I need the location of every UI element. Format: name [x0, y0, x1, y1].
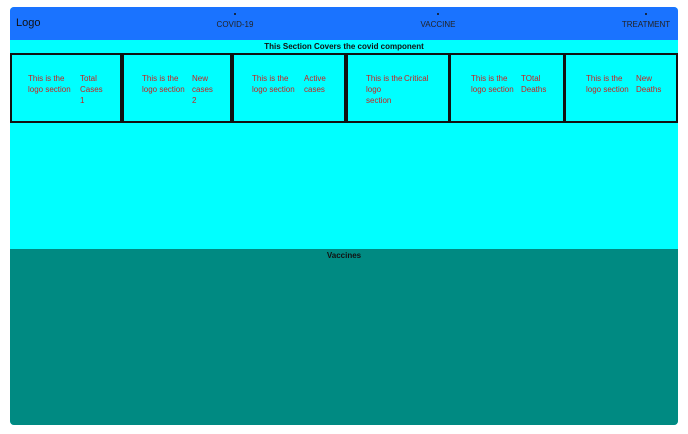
card-stat-text: Total Cases 1 — [80, 74, 103, 105]
nav-label: VACCINE — [420, 20, 456, 29]
card-stat-text: TOtal Deaths — [521, 74, 547, 94]
bullet-icon — [437, 13, 439, 15]
card-stat-text: Active cases — [304, 74, 326, 94]
bullet-icon — [234, 13, 236, 15]
card-logo-text: This is the logo section — [142, 74, 185, 94]
app-frame: Logo COVID-19 VACCINE TREATMENT This Sec… — [10, 7, 678, 425]
card-logo-text: This is the logo section — [471, 74, 514, 94]
card-logo-text: This is the logo section — [28, 74, 71, 94]
nav-item-vaccine[interactable]: VACCINE — [416, 13, 460, 29]
nav-label: TREATMENT — [621, 20, 671, 29]
card-stat-text: New cases 2 — [192, 74, 213, 105]
covid-section-title: This Section Covers the covid component — [264, 42, 424, 51]
card-logo-text: This is the logo section — [366, 74, 403, 105]
vaccine-section: Vaccines — [10, 249, 678, 425]
nav-item-covid[interactable]: COVID-19 — [215, 13, 255, 29]
nav-label: COVID-19 — [216, 20, 254, 29]
logo: Logo — [16, 17, 41, 29]
bullet-icon — [645, 13, 647, 15]
stat-card-total-cases: This is the logo section Total Cases 1 — [10, 53, 122, 123]
stat-card-critical: This is the logo section Critical — [346, 53, 450, 123]
stat-card-new-deaths: This is the logo section New Deaths — [564, 53, 678, 123]
card-logo-text: This is the logo section — [586, 74, 629, 94]
card-stat-text: Critical — [404, 74, 429, 83]
vaccine-section-title: Vaccines — [326, 251, 362, 260]
nav-item-treatment[interactable]: TREATMENT — [620, 13, 672, 29]
stat-card-new-cases: This is the logo section New cases 2 — [122, 53, 232, 123]
stat-card-active-cases: This is the logo section Active cases — [232, 53, 346, 123]
card-logo-text: This is the logo section — [252, 74, 295, 94]
stat-cards: This is the logo section Total Cases 1 T… — [10, 53, 678, 127]
top-header: Logo COVID-19 VACCINE TREATMENT — [10, 7, 678, 40]
card-stat-text: New Deaths — [636, 74, 662, 94]
stat-card-total-deaths: This is the logo section TOtal Deaths — [449, 53, 565, 123]
